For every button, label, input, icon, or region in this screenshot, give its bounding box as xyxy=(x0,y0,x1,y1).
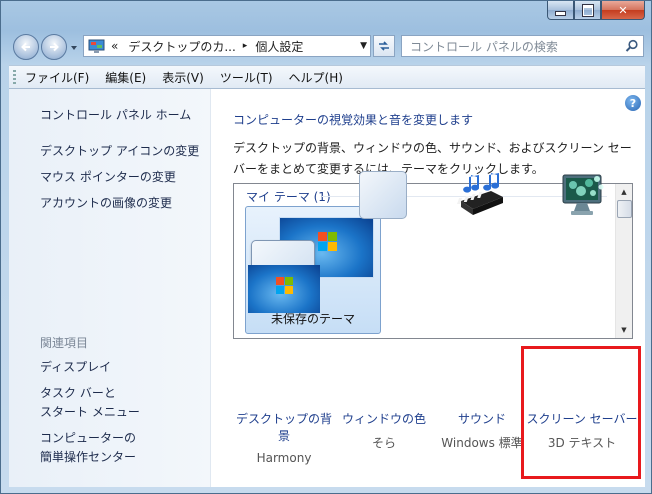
menu-bar: ファイル(F) 編集(E) 表示(V) ツール(T) ヘルプ(H) xyxy=(9,65,645,89)
breadcrumb-desktop[interactable]: デスクトップのカ... xyxy=(128,38,235,55)
option-sound-label[interactable]: サウンド xyxy=(437,411,527,428)
option-desktop-background-value: Harmony xyxy=(256,451,312,465)
refresh-icon xyxy=(379,41,389,51)
change-mouse-pointers-link[interactable]: マウス ポインターの変更 xyxy=(40,168,176,187)
my-themes-group-header[interactable]: マイ テーマ (1) xyxy=(246,188,331,205)
forward-button[interactable] xyxy=(41,34,67,60)
minimize-icon xyxy=(555,10,566,16)
menu-help[interactable]: ヘルプ(H) xyxy=(287,69,345,86)
search-input[interactable]: コントロール パネルの検索 xyxy=(401,35,644,57)
option-desktop-background-label[interactable]: デスクトップの背景 xyxy=(231,411,337,445)
option-window-color-value: そら xyxy=(371,436,396,450)
screen-saver-highlight-box xyxy=(521,346,641,479)
sound-icon xyxy=(457,173,503,215)
address-overflow[interactable]: « xyxy=(111,39,118,53)
change-desktop-icons-link[interactable]: デスクトップ アイコンの変更 xyxy=(40,142,199,161)
refresh-button[interactable] xyxy=(373,35,395,57)
menu-view[interactable]: 表示(V) xyxy=(160,69,206,86)
maximize-button[interactable] xyxy=(574,1,601,20)
search-icon[interactable] xyxy=(625,39,639,53)
option-sound-value: Windows 標準 xyxy=(441,436,523,450)
address-bar[interactable]: « デスクトップのカ... ▸ 個人設定 ▼ xyxy=(83,35,371,57)
change-account-picture-link[interactable]: アカウントの画像の変更 xyxy=(40,194,172,213)
window-color-icon xyxy=(359,171,407,219)
task-pane: コントロール パネル ホーム デスクトップ アイコンの変更 マウス ポインターの… xyxy=(9,89,211,487)
search-placeholder: コントロール パネルの検索 xyxy=(410,39,558,54)
windows-logo-icon xyxy=(276,277,293,294)
caption-buttons: ✕ xyxy=(547,1,645,21)
option-window-color-label[interactable]: ウィンドウの色 xyxy=(341,411,427,428)
back-button[interactable] xyxy=(13,34,39,60)
help-icon: ? xyxy=(629,96,637,110)
personalization-window: ✕ « デスクトップのカ... ▸ 個人設定 ▼ コントロール パネルの検索 フ… xyxy=(0,0,652,494)
control-panel-home-link[interactable]: コントロール パネル ホーム xyxy=(40,106,191,125)
maximize-icon xyxy=(582,4,593,16)
page-title: コンピューターの視覚効果と音を変更します xyxy=(233,113,474,127)
control-panel-icon xyxy=(88,39,105,53)
breadcrumb-personalization[interactable]: 個人設定 xyxy=(255,38,303,55)
breadcrumb-separator[interactable]: ▸ xyxy=(243,41,248,51)
menu-file[interactable]: ファイル(F) xyxy=(23,69,91,86)
recent-pages-dropdown[interactable] xyxy=(69,43,79,53)
back-arrow-icon xyxy=(21,42,30,52)
help-button[interactable]: ? xyxy=(625,95,641,111)
menu-tools[interactable]: ツール(T) xyxy=(218,69,275,86)
scroll-down-icon[interactable]: ▼ xyxy=(616,322,632,338)
desktop-background-icon xyxy=(248,265,320,313)
close-button[interactable]: ✕ xyxy=(601,1,645,20)
screen-saver-icon xyxy=(562,174,604,215)
theme-list-scrollbar[interactable]: ▲ ▼ xyxy=(615,184,632,338)
scroll-up-icon[interactable]: ▲ xyxy=(616,184,632,200)
see-also-header: 関連項目 xyxy=(40,336,89,350)
display-link[interactable]: ディスプレイ xyxy=(40,358,111,377)
menu-edit[interactable]: 編集(E) xyxy=(103,69,148,86)
minimize-button[interactable] xyxy=(547,1,574,20)
taskbar-start-menu-link-line1[interactable]: タスク バーと xyxy=(40,384,116,403)
ease-of-access-link-line1[interactable]: コンピューターの xyxy=(40,429,136,448)
close-icon: ✕ xyxy=(618,3,628,17)
scroll-thumb[interactable] xyxy=(617,200,632,218)
ease-of-access-link-line2[interactable]: 簡単操作センター xyxy=(40,448,136,467)
taskbar-start-menu-link-line2[interactable]: スタート メニュー xyxy=(40,403,140,422)
forward-arrow-icon xyxy=(50,42,59,52)
address-dropdown-icon[interactable]: ▼ xyxy=(360,41,367,51)
menu-grip xyxy=(13,70,16,84)
